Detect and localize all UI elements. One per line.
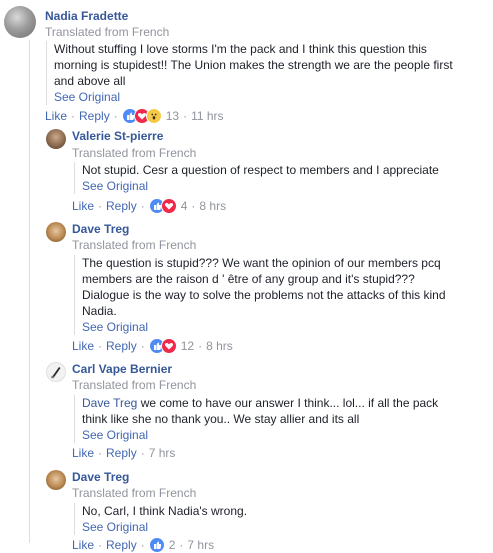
comment-line: morning is stupidest!! The Union makes t… [54,58,453,72]
comment-line: Nadia. [82,304,117,318]
wow-icon [145,108,162,124]
separator: · [140,446,145,460]
comment-actions: Like · Reply · 12 · 8 hrs [72,338,233,354]
like-button[interactable]: Like [72,199,94,213]
comment-body: No, Carl, I think Nadia's wrong. See Ori… [74,503,247,535]
separator: · [98,446,103,460]
love-icon [160,198,177,214]
like-icon [148,537,165,553]
timestamp[interactable]: 8 hrs [199,199,226,213]
like-button[interactable]: Like [72,339,94,353]
see-original-link[interactable]: See Original [54,89,453,105]
translated-label: Translated from French [72,146,197,160]
comment-line: The question is stupid??? We want the op… [82,256,441,270]
like-button[interactable]: Like [72,446,94,460]
comment-line: Not stupid. Cesr a question of respect t… [82,163,439,177]
timestamp[interactable]: 11 hrs [191,109,223,123]
reactions[interactable] [148,338,177,354]
comment-line: Without stuffing I love storms I'm the p… [54,42,427,56]
translated-label: Translated from French [72,378,197,392]
avatar[interactable] [46,362,66,382]
comment-author[interactable]: Carl Vape Bernier [72,362,172,376]
comment-body: The question is stupid??? We want the op… [74,255,446,335]
comment-body: Not stupid. Cesr a question of respect t… [74,162,439,194]
separator: · [98,339,103,353]
separator: · [98,538,103,552]
separator: · [198,339,203,353]
comment-line-text: we come to have our answer I think... lo… [137,396,439,410]
separator: · [140,199,145,213]
comment-line: and above all [54,74,126,88]
separator: · [98,199,103,213]
mention-link[interactable]: Dave Treg [82,396,137,410]
see-original-link[interactable]: See Original [82,519,247,535]
translated-label: Translated from French [72,238,197,252]
translated-label: Translated from French [45,25,170,39]
comment-actions: Like · Reply · 2 · 7 hrs [72,537,214,553]
reaction-count[interactable]: 2 [169,538,176,552]
reaction-count[interactable]: 12 [181,339,194,353]
avatar[interactable] [46,222,66,242]
avatar[interactable] [46,470,66,490]
comment-body: Without stuffing I love storms I'm the p… [46,41,453,105]
reply-button[interactable]: Reply [106,538,137,552]
separator: · [113,109,118,123]
reactions[interactable] [148,198,177,214]
separator: · [191,199,196,213]
separator: · [71,109,76,123]
avatar[interactable] [46,129,66,149]
see-original-link[interactable]: See Original [82,178,439,194]
love-icon [160,338,177,354]
reactions[interactable] [148,537,165,553]
comment-body: Dave Treg we come to have our answer I t… [74,395,438,443]
comment-author[interactable]: Valerie St-pierre [72,129,163,143]
like-button[interactable]: Like [72,538,94,552]
comment-line: Dave Treg we come to have our answer I t… [82,395,438,411]
separator: · [140,339,145,353]
separator: · [183,109,188,123]
comment-author[interactable]: Dave Treg [72,470,129,484]
separator: · [179,538,184,552]
comment-actions: Like · Reply · 7 hrs [72,446,175,460]
comment-line: think like she no thank you.. We stay al… [82,412,360,426]
avatar[interactable] [4,6,36,38]
reaction-count[interactable]: 4 [181,199,188,213]
comment-actions: Like · Reply · 13 · 11 hrs [45,108,224,124]
like-button[interactable]: Like [45,109,67,123]
reactions[interactable] [121,108,162,124]
comment-line: No, Carl, I think Nadia's wrong. [82,504,248,518]
see-original-link[interactable]: See Original [82,319,446,335]
reply-button[interactable]: Reply [106,339,137,353]
reply-button[interactable]: Reply [79,109,110,123]
see-original-link[interactable]: See Original [82,427,438,443]
reply-button[interactable]: Reply [106,446,137,460]
comment-author[interactable]: Dave Treg [72,222,129,236]
timestamp[interactable]: 7 hrs [149,446,176,460]
reaction-count[interactable]: 13 [166,109,179,123]
timestamp[interactable]: 8 hrs [206,339,233,353]
reply-button[interactable]: Reply [106,199,137,213]
comment-author[interactable]: Nadia Fradette [45,9,128,23]
timestamp[interactable]: 7 hrs [187,538,214,552]
comment-line: members are the raison d ' être of any g… [82,272,415,286]
separator: · [140,538,145,552]
translated-label: Translated from French [72,486,197,500]
comment-line: Dialogue is the way to solve the problem… [82,288,446,302]
thread-line [29,40,30,543]
comment-actions: Like · Reply · 4 · 8 hrs [72,198,226,214]
